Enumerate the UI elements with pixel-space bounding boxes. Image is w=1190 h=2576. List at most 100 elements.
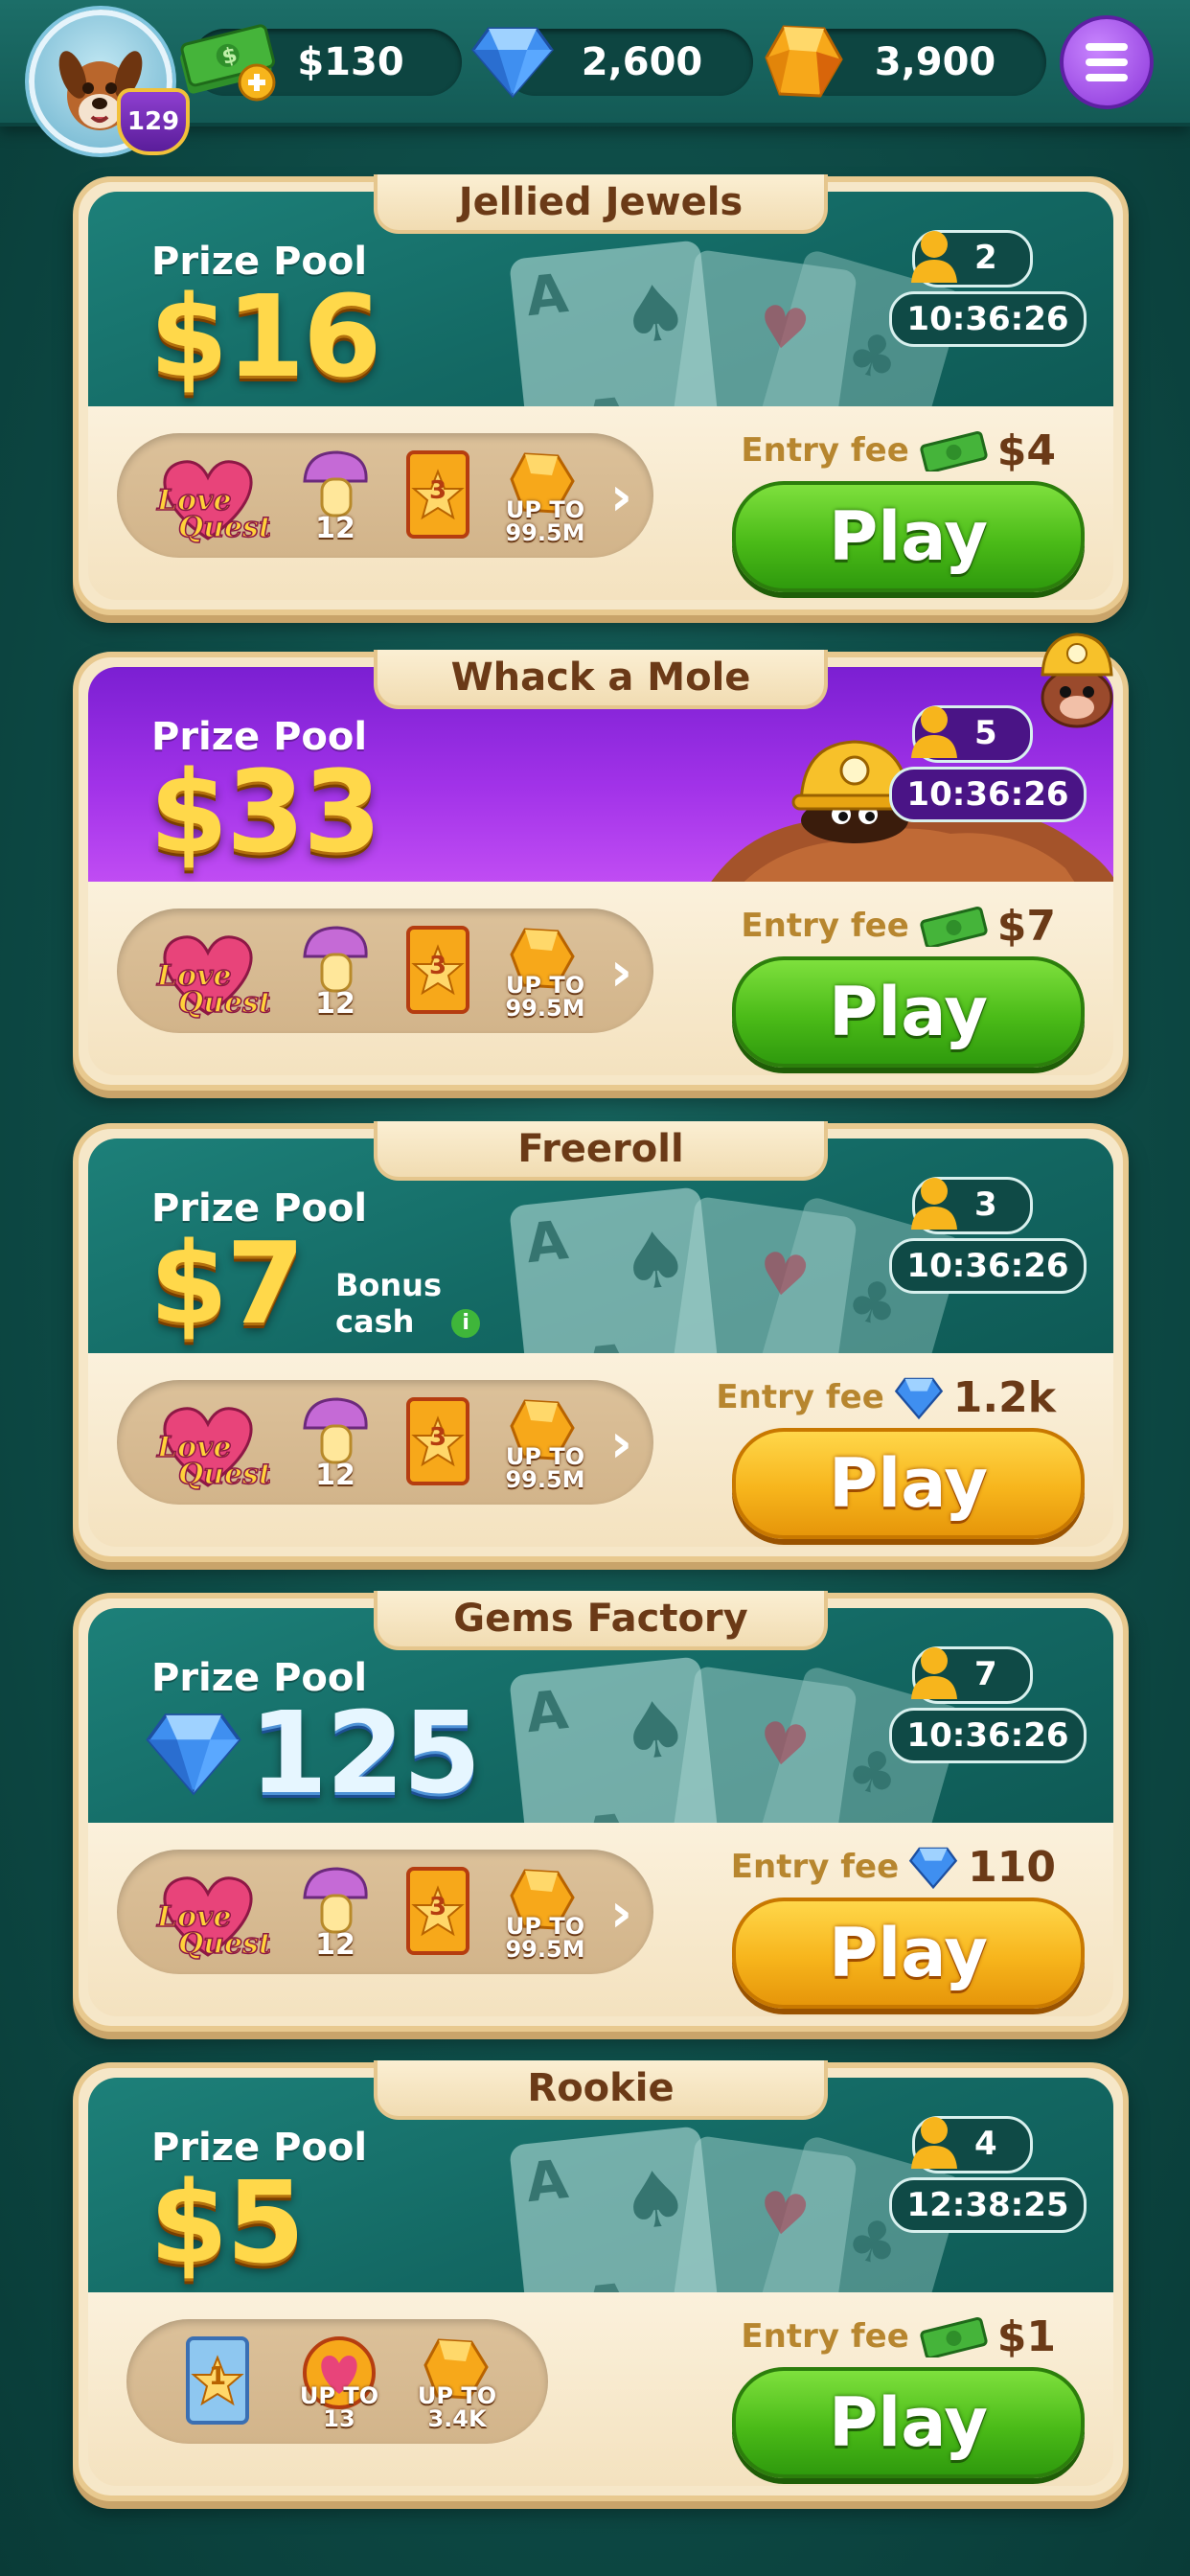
entry-fee-label: Entry fee [741,907,909,945]
play-button[interactable]: Play [732,2367,1085,2478]
love-quest-logo-icon: Love Quest [155,1876,270,1962]
countdown-timer: 12:38:25 [889,2177,1087,2233]
tournament-title: Gems Factory [374,1591,828,1650]
level-badge: 129 [117,88,190,155]
play-button[interactable]: Play [732,1898,1085,2009]
entry-fee-label: Entry fee [730,1848,900,1886]
reward-label: UP TO 13 [299,2382,379,2432]
svg-text:Quest: Quest [178,1927,270,1961]
countdown-timer: 10:36:26 [889,1238,1087,1294]
gold-nugget-icon [765,25,843,98]
tournament-card-gems-factory: Prize Pool 125 7 10:36:26 Gems Factory L… [73,1591,1129,2032]
rewards-strip[interactable]: Love Quest 12 3 UP TO 99.5M › [117,433,653,558]
entry-fee-value: 110 [968,1842,1056,1892]
coin-amount: 3,900 [874,40,996,84]
countdown-timer: 10:36:26 [889,1708,1087,1763]
chevron-right-icon: › [609,941,632,1003]
bonus-cash-label: Bonus cash i [335,1267,481,1340]
mole-mascot-icon [1041,632,1113,728]
tournament-title: Jellied Jewels [374,174,828,234]
reward-label: 12 [315,512,355,545]
rewards-strip[interactable]: Love Quest 12 3 UP TO 99.5M › [117,908,653,1033]
blue-gem-icon [908,1847,958,1890]
entry-fee-value: $7 [996,901,1056,951]
cash-stack-plus-icon[interactable]: $ [174,17,282,104]
love-quest-logo-icon: Love Quest [155,935,270,1021]
tournament-title: Whack a Mole [374,650,828,709]
entry-fee: Entry fee $1 [741,2310,1056,2363]
tournament-title: Rookie [374,2060,828,2120]
prize-pool-value: $5 [149,2156,305,2288]
rewards-strip[interactable]: Love Quest 12 3 UP TO 99.5M › [117,1380,653,1505]
tournament-card-rookie: Prize Pool $5 4 12:38:25 Rookie 1 UP TO … [73,2060,1129,2501]
tournament-card-whack-a-mole: Prize Pool $33 5 10:36:26 Whack a Mole L… [73,632,1129,1091]
player-count-value: 5 [974,714,997,752]
cash-amount: $130 [297,40,404,84]
gem-amount: 2,600 [581,40,703,84]
player-count-value: 3 [974,1185,997,1224]
player-icon [911,1178,957,1230]
prize-pool-value: $16 [149,270,381,402]
cash-icon [920,430,988,472]
player-icon [911,706,957,758]
menu-button[interactable] [1060,15,1154,109]
rewards-strip[interactable]: Love Quest 12 3 UP TO 99.5M › [117,1850,653,1974]
player-icon [911,231,957,283]
entry-fee: Entry fee $4 [741,424,1056,477]
svg-text:Quest: Quest [178,511,270,544]
info-icon[interactable]: i [451,1309,481,1338]
reward-label: UP TO 3.4K [417,2382,497,2432]
reward-label: 12 [315,987,355,1021]
rewards-strip[interactable]: 1 UP TO 13 UP TO 3.4K [126,2319,548,2444]
chevron-right-icon: › [609,466,632,528]
player-count: 7 [911,1646,1033,1704]
reward-label: 12 [315,1928,355,1962]
tournament-card-freeroll: Prize Pool $7 Bonus cash i 3 10:36:26 Fr… [73,1121,1129,1562]
star-card-count: 3 [428,476,447,505]
reward-label: 12 [315,1459,355,1492]
play-button[interactable]: Play [732,1428,1085,1539]
entry-fee: Entry fee 1.2k [716,1370,1056,1424]
love-quest-logo-icon: Love Quest [155,460,270,545]
hamburger-menu-icon [1086,43,1128,51]
love-quest-logo-icon: Love Quest [155,1407,270,1492]
star-card-count: 3 [428,952,447,980]
blue-gem-icon [894,1377,943,1420]
play-button[interactable]: Play [732,956,1085,1068]
tournament-title: Freeroll [374,1121,828,1181]
entry-fee-label: Entry fee [716,1378,884,1416]
player-count-value: 7 [974,1655,997,1693]
entry-fee-label: Entry fee [741,2317,909,2356]
tournament-card-jellied-jewels: Prize Pool $16 2 10:36:26 Jellied Jewels… [73,174,1129,615]
svg-text:Quest: Quest [178,1458,270,1491]
entry-fee-value: $4 [996,426,1056,475]
play-button[interactable]: Play [732,481,1085,592]
prize-pool-value: $7 [149,1217,305,1349]
entry-fee-label: Entry fee [741,431,909,470]
player-icon [911,1647,957,1699]
reward-label: UP TO 99.5M [505,1443,585,1493]
prize-pool-value: 125 [249,1687,481,1819]
player-count: 3 [911,1177,1033,1234]
player-count: 4 [911,2116,1033,2174]
reward-label: UP TO 99.5M [505,496,585,546]
entry-fee: Entry fee $7 [741,899,1056,953]
chevron-right-icon: › [609,1413,632,1475]
chevron-right-icon: › [609,1882,632,1944]
entry-fee-value: $1 [996,2312,1056,2361]
entry-fee: Entry fee 110 [731,1840,1056,1894]
countdown-timer: 10:36:26 [889,767,1087,822]
star-card-count: 1 [208,2362,227,2391]
prize-pool-value: $33 [149,746,381,878]
player-count-value: 2 [974,239,997,277]
top-bar: 129 $130 $ 2,600 3,900 [0,0,1190,155]
blue-gem-icon [146,1714,241,1796]
reward-label: UP TO 99.5M [505,1913,585,1963]
player-count: 5 [911,705,1033,763]
blue-gem-icon [471,27,554,99]
star-card-count: 3 [428,1423,447,1452]
entry-fee-value: 1.2k [952,1372,1056,1422]
countdown-timer: 10:36:26 [889,291,1087,347]
cash-icon [920,906,988,947]
player-count: 2 [911,230,1033,288]
